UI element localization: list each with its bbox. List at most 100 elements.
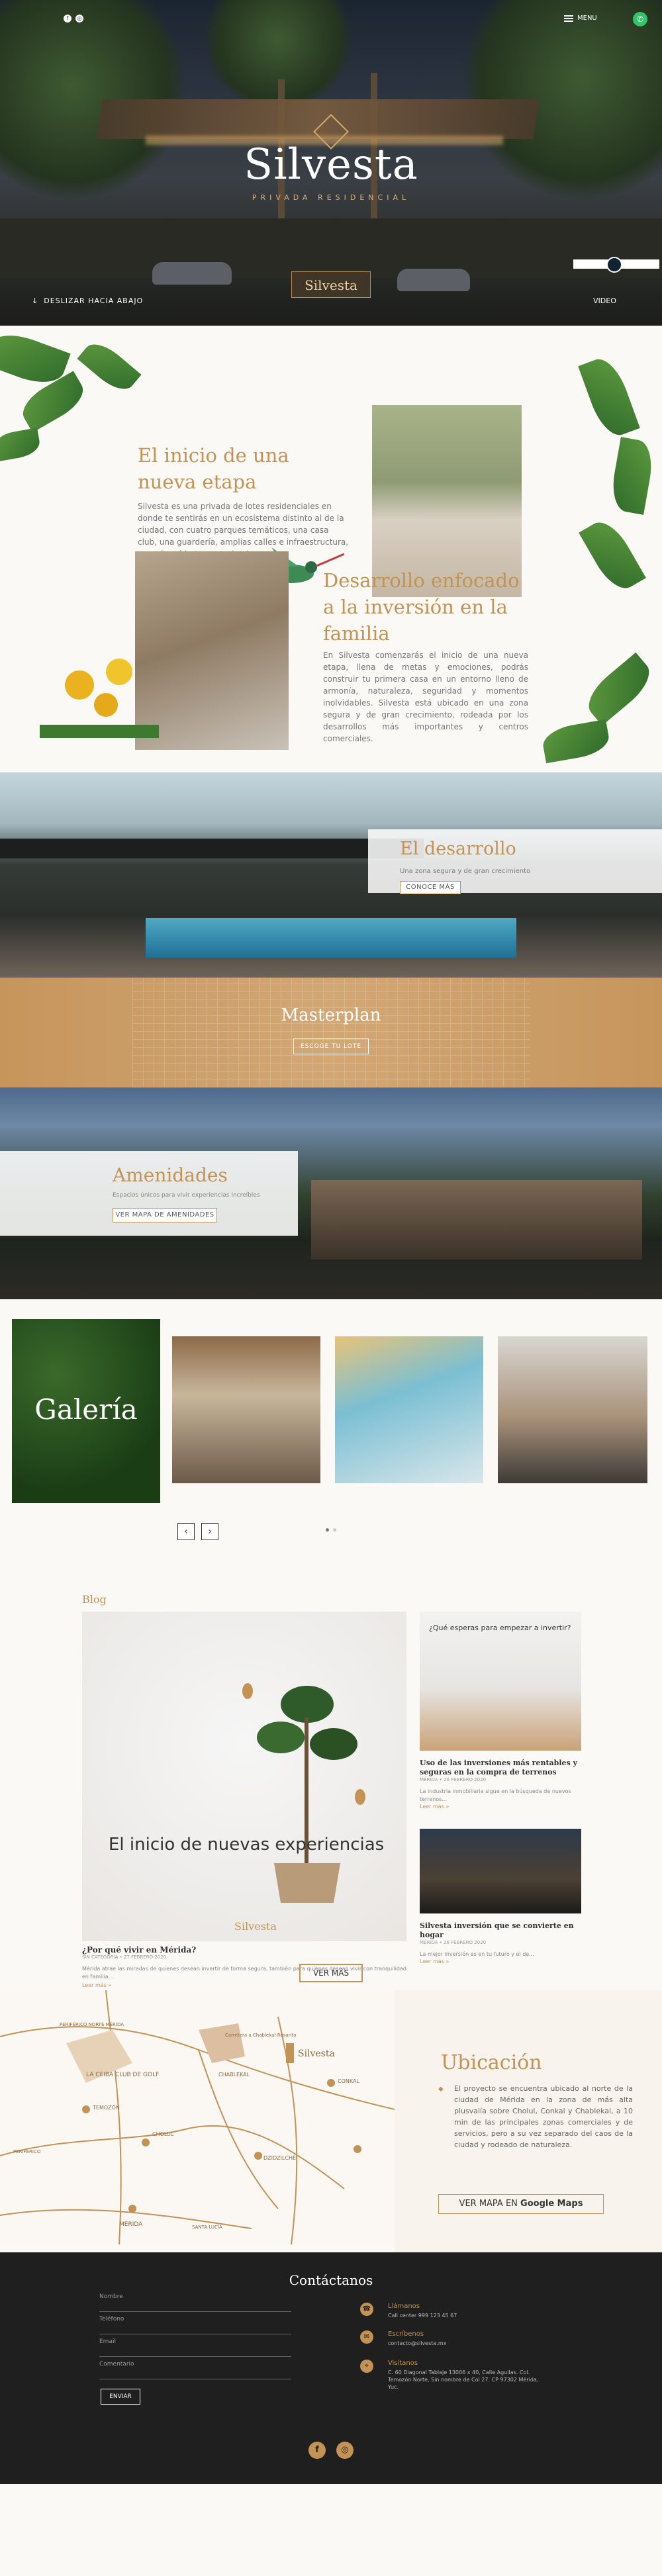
hero-subtitle: PRIVADA RESIDENCIAL (252, 193, 410, 202)
post-title[interactable]: Silvesta inversión que se convierte en h… (420, 1921, 581, 1940)
read-more-link[interactable]: Leer más » (420, 1804, 581, 1810)
post-title[interactable]: ¿Por qué vivir en Mérida? (82, 1945, 406, 1955)
section-heading: El inicio de una nueva etapa (138, 444, 289, 493)
info-value[interactable]: contacto@silvesta.mx (388, 2340, 547, 2347)
diamond-bullet-icon: ◆ (438, 2086, 444, 2093)
leaf-decoration (580, 652, 658, 726)
footer-social: f ◎ (308, 2442, 354, 2459)
post-meta: SIN CATEGORÍA • 27 FEBRERO 2020 (82, 1955, 167, 1960)
comment-field[interactable]: Comentario (99, 2361, 291, 2379)
post-image-text: ¿Qué esperas para empezar a invertir? (429, 1624, 571, 1632)
section-heading: Desarrollo enfocado a la inversión en la… (323, 569, 520, 645)
map-label: CHOLUL (152, 2131, 174, 2137)
entrance-sign: Silvesta (291, 271, 371, 298)
menu-button[interactable]: MENU (564, 15, 597, 22)
send-button[interactable]: ENVIAR (101, 2389, 140, 2405)
post-image[interactable] (420, 1829, 581, 1913)
view-more-button[interactable]: VER MÁS (299, 1964, 363, 1982)
read-more-link[interactable]: Leer más » (82, 1982, 406, 1988)
info-title: Visítanos (388, 2360, 418, 2367)
gallery-next-button[interactable]: › (201, 1523, 218, 1540)
location-text: El proyecto se encuentra ubicado al nort… (454, 2084, 633, 2149)
facebook-icon[interactable]: f (64, 15, 71, 23)
gallery-section: Galería ‹ › (0, 1299, 662, 1544)
read-more-link[interactable]: Leer más » (420, 1958, 581, 1964)
phone-icon: ☎ (360, 2303, 373, 2316)
map-label: LA CEIBA CLUB DE GOLF (86, 2072, 159, 2078)
email-field[interactable]: Email (99, 2338, 291, 2357)
learn-more-button[interactable]: CONOCE MÁS (400, 881, 461, 894)
leaf-decoration (608, 437, 657, 515)
leaf-decoration (540, 719, 612, 764)
play-icon[interactable] (606, 257, 622, 273)
development-text: Una zona segura y de gran crecimiento (400, 868, 531, 875)
gallery-image[interactable] (498, 1336, 647, 1483)
section-text: En Silvesta comenzarás el inicio de una … (323, 651, 528, 743)
google-maps-button[interactable]: VER MAPA EN Google Maps (438, 2194, 604, 2214)
hamburger-icon (564, 17, 573, 19)
amenities-heading: Amenidades (113, 1164, 228, 1186)
gallery-image[interactable] (335, 1336, 483, 1483)
post-image[interactable]: ¿Qué esperas para empezar a invertir? (420, 1612, 581, 1751)
google-maps-prefix: VER MAPA EN (459, 2199, 518, 2209)
leaf-decoration (77, 336, 142, 397)
family-section: Desarrollo enfocado a la inversión en la… (0, 513, 662, 772)
map-label: Silvesta (298, 2048, 335, 2059)
social-links: f ◎ (64, 15, 83, 23)
instagram-icon[interactable]: ◎ (336, 2442, 354, 2459)
video-widget[interactable]: VIDEO (573, 257, 659, 319)
video-label: VIDEO (593, 297, 616, 305)
map-label: TEMOZÓN (92, 2103, 120, 2111)
facebook-icon[interactable]: f (308, 2442, 326, 2459)
phone-field[interactable]: Teléfono (99, 2316, 291, 2334)
mail-icon: ✉ (360, 2330, 373, 2344)
amenities-map-button[interactable]: VER MAPA DE AMENIDADES (113, 1208, 217, 1222)
hero-title: Silvesta (244, 140, 418, 189)
whatsapp-icon[interactable]: ✆ (633, 12, 647, 26)
gallery-dot[interactable] (333, 1528, 336, 1532)
featured-image-text: El inicio de nuevas experiencias (109, 1835, 385, 1855)
choose-lot-button[interactable]: ESCOGE TU LOTE (293, 1038, 369, 1054)
map-label: SANTA LUCÍA (192, 2224, 222, 2230)
contact-section: Contáctanos Nombre Teléfono Email Coment… (0, 2252, 662, 2484)
scroll-label: DESLIZAR HACIA ABAJO (44, 297, 144, 305)
pin-icon: ⌖ (360, 2360, 373, 2373)
post-excerpt: La mejor inversión es en tu futuro y el … (420, 1951, 534, 1957)
info-value[interactable]: Call center 999 123 45 67 (388, 2312, 547, 2319)
amenities-card: Amenidades Espacios únicos para vivir ex… (0, 1151, 298, 1236)
gallery-image[interactable] (172, 1336, 320, 1483)
gallery-title-card: Galería (12, 1319, 160, 1503)
blog-section: Blog El inicio de nuevas experiencias Si… (0, 1544, 662, 1990)
scroll-down-link[interactable]: ↓ DESLIZAR HACIA ABAJO (32, 297, 143, 305)
masterplan-pattern (132, 978, 530, 1087)
gallery-title: Galería (34, 1393, 138, 1426)
post-title[interactable]: Uso de las inversiones más rentables y s… (420, 1759, 581, 1777)
map-label: CONKAL (338, 2078, 359, 2084)
info-title: Escríbenos (388, 2330, 424, 2338)
development-section: El desarrollo Una zona segura y de gran … (0, 772, 662, 978)
plant-image (242, 1683, 365, 1903)
map-label: PERIFÉRICO (13, 2148, 41, 2154)
post-meta: MÉRIDA • 26 FEBRERO 2020 (420, 1940, 487, 1945)
development-card: El desarrollo Una zona segura y de gran … (368, 829, 662, 894)
amenities-section: Amenidades Espacios únicos para vivir ex… (0, 1087, 662, 1299)
location-section: PERIFÉRICO NORTE MÉRIDA Carretera a Chab… (0, 1990, 662, 2252)
gallery-dot[interactable] (326, 1528, 329, 1532)
contact-heading: Contáctanos (289, 2272, 373, 2288)
map-label: Carretera a Chablekal-Rosarito (225, 2033, 297, 2038)
development-heading: El desarrollo (400, 839, 516, 859)
clubhouse-image (311, 1180, 642, 1260)
leaf-decoration (578, 353, 640, 441)
gallery-prev-button[interactable]: ‹ (177, 1523, 195, 1540)
instagram-icon[interactable]: ◎ (75, 15, 83, 23)
name-field[interactable]: Nombre (99, 2293, 291, 2312)
map-label: MÉRIDA (119, 2220, 143, 2228)
entrance-wall (0, 218, 662, 278)
car-image (397, 269, 470, 291)
map-label: PERIFÉRICO NORTE MÉRIDA (60, 2021, 124, 2027)
hero-section: f ◎ MENU ✆ Silvesta PRIVADA RESIDENCIAL … (0, 0, 662, 326)
location-map[interactable]: PERIFÉRICO NORTE MÉRIDA Carretera a Chab… (0, 1990, 395, 2244)
google-maps-brand: Google Maps (520, 2199, 583, 2209)
building-roof (0, 839, 424, 858)
featured-post-image[interactable]: El inicio de nuevas experiencias Silvest… (82, 1612, 406, 1941)
